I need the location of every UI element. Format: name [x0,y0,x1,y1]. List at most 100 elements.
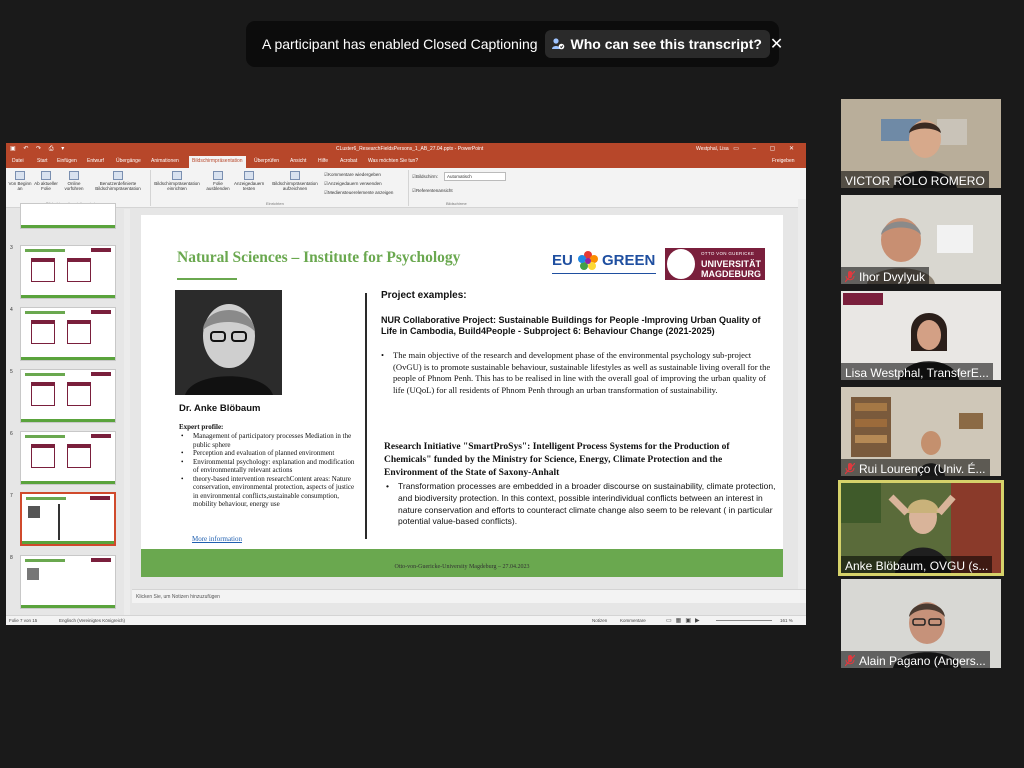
hide-slide-button[interactable]: Folie ausblenden [203,171,233,191]
participant-tile[interactable]: Lisa Westphal, TransferE... [841,291,1001,380]
notes-toggle[interactable]: Notizen [592,618,607,623]
tab-entwurf[interactable]: Entwurf [87,158,104,164]
ppt-ribbon: Von Beginn an Ab aktueller Folie Online … [6,168,806,208]
participant-name: VICTOR ROLO ROMERO [841,171,989,188]
record-slideshow-button[interactable]: Bildschirmpräsentation aufzeichnen [266,171,324,191]
rehearse-timings-button[interactable]: Anzeigedauern testen [234,171,264,191]
ppt-title-bar: ▣ ↶ ↷ ⎙ ▾ CLuster6_ResearchFieldsPersons… [6,143,806,155]
ovgu-line-3: MAGDEBURG [701,269,761,279]
slide-scrollbar[interactable] [798,199,806,591]
close-icon[interactable]: ✕ [770,34,783,54]
list-item: Environmental psychology: explanation an… [179,458,359,475]
participant-name: Anke Blöbaum, OVGU (s... [841,556,993,573]
project2-description: • Transformation processes are embedded … [386,481,781,528]
participant-tile[interactable]: VICTOR ROLO ROMERO [841,99,1001,188]
participant-name: Alain Pagano (Angers... [841,651,990,668]
participant-tile[interactable]: Rui Lourenço (Univ. É... [841,387,1001,476]
tab-hilfe[interactable]: Hilfe [318,158,328,164]
project2-heading: Research Initiative "SmartProSys": Intel… [384,442,730,478]
comments-toggle[interactable]: Kommentare [620,618,646,623]
setup-slideshow-button[interactable]: Bildschirmpräsentation einrichten [151,171,203,191]
thumbnail-number: 3 [10,245,13,251]
from-current-slide-button[interactable]: Ab aktueller Folie [33,171,59,191]
tab-animationen[interactable]: Animationen [151,158,179,164]
zoom-level[interactable]: 161 % [780,618,793,623]
more-information-link[interactable]: More information [192,535,242,543]
tab-acrobat[interactable]: Acrobat [340,158,357,164]
use-timings-checkbox[interactable]: Anzeigedauern verwenden [324,181,382,187]
title-underline [177,278,237,280]
people-icon [551,38,564,50]
zoom-slider[interactable] [716,620,772,621]
show-media-controls-checkbox[interactable]: Medien­steuer­elemente anzeigen [324,190,393,196]
from-beginning-button[interactable]: Von Beginn an [8,171,32,191]
participant-tile-active-speaker[interactable]: Anke Blöbaum, OVGU (s... [838,480,1004,576]
ribbon-group-setup: Einrichten [266,201,284,206]
tab-ueberpruefen[interactable]: Überprüfen [254,158,279,164]
slide-thumbnail-6[interactable] [20,431,116,485]
project1-heading: NUR Collaborative Project: Sustainable B… [381,315,761,336]
notes-pane[interactable]: Klicken Sie, um Notizen hinzuzufügen [132,589,806,603]
slide-thumbnail-4[interactable] [20,307,116,361]
participant-name: Lisa Westphal, TransferE... [841,363,993,380]
custom-slideshow-button[interactable]: Benutzerdefinierte Bildschirmpräsentatio… [89,171,147,191]
thumbnail-number: 6 [10,431,13,437]
tab-bildschirmpraesentation[interactable]: Bildschirmpräsentation [189,156,246,168]
list-item: Perception and evaluation of planned env… [179,449,359,458]
green-logo-text: GREEN [602,252,656,269]
transcript-button-label: Who can see this transcript? [570,36,762,52]
project1-description: • The main objective of the research and… [381,350,771,396]
column-divider [365,293,367,539]
slide-thumbnail-8[interactable] [20,555,116,609]
slide-thumbnail-pane: 3 4 5 6 7 8 [6,203,124,615]
tab-ansicht[interactable]: Ansicht [290,158,306,164]
slide-footer-bar [141,549,783,577]
presenter-view-checkbox[interactable]: Referentenansicht [412,188,453,194]
who-can-see-transcript-button[interactable]: Who can see this transcript? [544,30,770,58]
tab-uebergaenge[interactable]: Übergänge [116,158,141,164]
logo-tagline [552,273,656,278]
share-button[interactable]: Freigeben [772,158,795,164]
slide-thumbnail-7[interactable] [20,492,116,546]
tab-datei[interactable]: Datei [12,158,24,164]
ppt-status-bar: Folie 7 von 15 Englisch (Vereinigtes Kön… [6,615,806,625]
participant-tile[interactable]: Ihor Dvylyuk [841,195,1001,284]
profile-photo [175,290,282,395]
quick-access-toolbar[interactable]: ▣ ↶ ↷ ⎙ ▾ [10,145,67,153]
guericke-portrait-icon [667,249,695,279]
bullet: • [381,350,385,360]
present-online-button[interactable]: Online vorführen [61,171,87,191]
list-item: Management of participatory processes Me… [179,432,359,449]
tab-einfuegen[interactable]: Einfügen [57,158,77,164]
slide-thumbnail-2[interactable] [20,203,116,229]
ppt-user-name: Westphal, Lisa [696,146,729,152]
ovgu-logo: OTTO VON GUERICKE UNIVERSITÄT MAGDEBURG [665,248,765,280]
thumbnail-number: 8 [10,555,13,561]
participant-tile[interactable]: Alain Pagano (Angers... [841,579,1001,668]
monitor-select[interactable]: Automatisch [444,172,506,181]
caption-message: A participant has enabled Closed Caption… [262,36,538,52]
bullet: • [386,481,389,491]
thumbnail-number: 5 [10,369,13,375]
window-controls[interactable]: ▭ – ▢ ✕ [733,145,800,152]
slide-thumbnail-3[interactable] [20,245,116,299]
eu-logo-text: EU [552,252,573,269]
thumbnail-scrollbar[interactable] [124,209,130,615]
expert-profile-list: Management of participatory processes Me… [179,432,359,509]
language-indicator[interactable]: Englisch (Vereinigtes Königreich) [59,618,125,623]
participant-name: Ihor Dvylyuk [841,267,930,284]
participant-name: Rui Lourenço (Univ. É... [841,459,990,476]
tell-me-search[interactable]: Was möchten Sie tun? [368,158,418,164]
ppt-document-title: CLuster6_ResearchFieldsPersons_1_AB_27.0… [336,146,484,152]
slide-counter: Folie 7 von 15 [9,618,38,623]
thumbnail-number: 7 [10,493,13,499]
monitor-label: Bildschirm: [412,174,438,180]
ribbon-group-monitors: Bildschirme [446,201,467,206]
tab-start[interactable]: Start [37,158,48,164]
play-narrations-checkbox[interactable]: Kommentare wiedergeben [324,172,381,178]
expert-profile-heading: Expert profile: [179,423,224,431]
view-buttons[interactable]: ▭▦▣▶ [666,617,704,624]
slide-thumbnail-5[interactable] [20,369,116,423]
eu-green-logo: EU GREEN [552,247,658,281]
current-slide: Natural Sciences – Institute for Psychol… [141,215,783,577]
